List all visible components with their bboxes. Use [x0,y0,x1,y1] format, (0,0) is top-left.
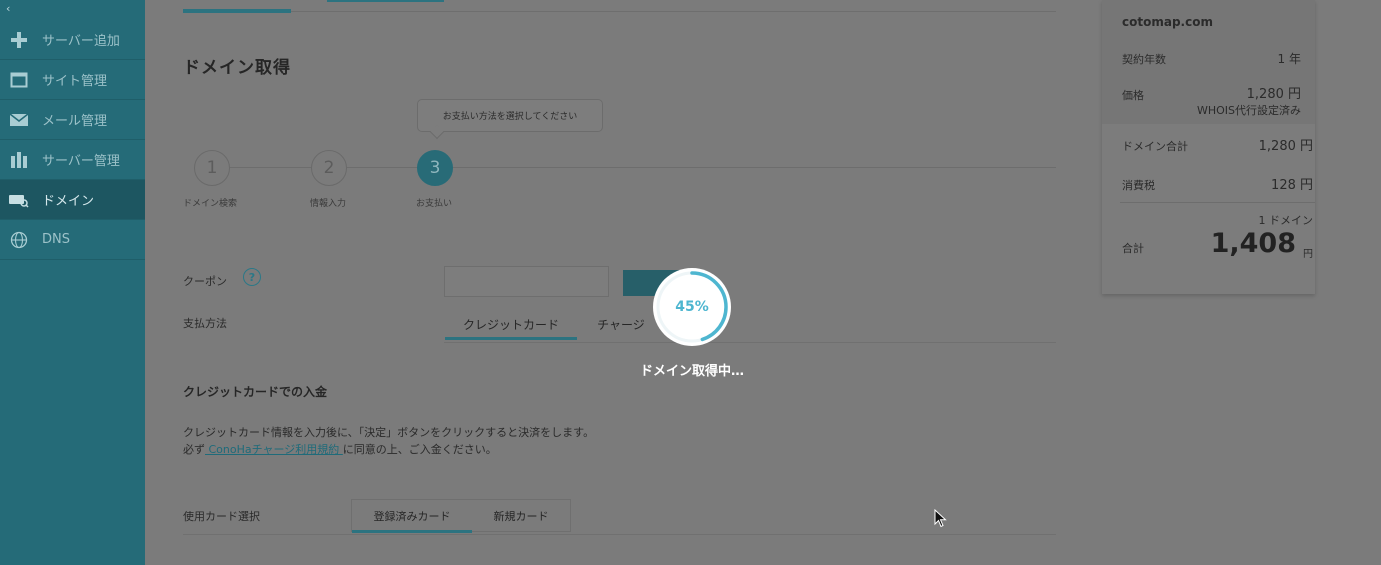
server-icon [9,150,29,170]
globe-icon [9,230,29,250]
sidebar-item-mail-manage[interactable]: メール管理 [0,100,145,140]
price-value: 1,280 円 [1246,87,1301,102]
mouse-cursor-icon [934,509,947,528]
contract-years-label: 契約年数 [1122,53,1166,66]
progress-percent: 45% [675,299,709,315]
progress-spinner: 45% [653,268,731,346]
step-2-circle: 2 [311,150,347,186]
step-3-circle: 3 [417,150,453,186]
step-1-label: ドメイン検索 [183,199,238,209]
order-summary-panel: cotomap.com 契約年数 1 年 価格 1,280 円 WHOIS代行設… [1102,0,1315,294]
help-icon[interactable]: ? [243,268,261,286]
sidebar-item-label: ドメイン [42,194,95,209]
sidebar-item-label: サーバー追加 [42,34,120,49]
credit-description: クレジットカード情報を入力後に、「決定」ボタンをクリックすると決済をします。 [183,426,595,439]
sidebar-item-server-manage[interactable]: サーバー管理 [0,140,145,180]
summary-domain: cotomap.com [1122,15,1213,29]
tab-credit-card[interactable]: クレジットカード [445,310,577,340]
tab-charge[interactable]: チャージ [581,310,661,338]
domain-count: 1 ドメイン [1258,214,1314,227]
total-unit: 円 [1303,249,1313,260]
sidebar-item-domain[interactable]: ドメイン [0,180,145,220]
divider [183,11,1056,12]
sidebar-item-label: サーバー管理 [42,154,120,169]
collapse-chevron-icon[interactable]: ‹ [6,2,10,15]
mail-icon [9,110,29,130]
tab-registered-card[interactable]: 登録済みカード [352,500,472,533]
domain-total-label: ドメイン合計 [1122,140,1188,153]
step-3-label: お支払い [416,199,453,209]
desc-suffix: に同意の上、ご入金ください。 [342,443,497,456]
tab-indicator-active [183,9,291,13]
conoha-terms-link[interactable]: ConoHaチャージ利用規約 [205,443,343,456]
page-title: ドメイン取得 [183,58,291,78]
sidebar-item-label: DNS [42,232,70,247]
total-value: 1,408 [1210,228,1296,259]
sidebar-item-label: サイト管理 [42,74,108,89]
sidebar-item-site-manage[interactable]: サイト管理 [0,60,145,100]
plus-icon [9,30,29,50]
desc-prefix: 必ず [183,443,205,456]
sidebar-item-dns[interactable]: DNS [0,220,145,260]
window-icon [9,70,29,90]
payment-method-label: 支払方法 [183,317,227,330]
domain-total-value: 1,280 円 [1258,139,1313,154]
step-2-label: 情報入力 [310,199,347,209]
coupon-label: クーポン [183,275,227,288]
step-1-circle: 1 [194,150,230,186]
payment-tooltip: お支払い方法を選択してください [417,99,603,132]
tax-label: 消費税 [1122,179,1155,192]
credit-description-terms: 必ず ConoHaチャージ利用規約 に同意の上、ご入金ください。 [183,441,497,457]
domain-icon [9,190,29,210]
sidebar: ‹ サーバー追加 サイト管理 メール管理 サーバー管理 ドメイン DNS [0,0,145,565]
tab-indicator [327,0,444,2]
card-select-label: 使用カード選択 [183,510,260,523]
whois-note: WHOIS代行設定済み [1196,104,1301,117]
tax-value: 128 円 [1271,178,1313,193]
contract-years-value: 1 年 [1277,52,1301,66]
divider [1120,202,1315,203]
card-tabs: 登録済みカード 新規カード [351,499,571,533]
divider [444,342,1056,343]
loading-text: ドメイン取得中… [639,364,744,379]
total-label: 合計 [1122,242,1144,255]
sidebar-item-label: メール管理 [42,114,108,129]
coupon-input[interactable] [444,266,609,297]
tab-new-card[interactable]: 新規カード [472,500,570,531]
credit-section-title: クレジットカードでの入金 [183,385,328,399]
sidebar-item-server-add[interactable]: サーバー追加 [0,20,145,60]
divider [183,534,1056,535]
price-label: 価格 [1122,89,1144,102]
